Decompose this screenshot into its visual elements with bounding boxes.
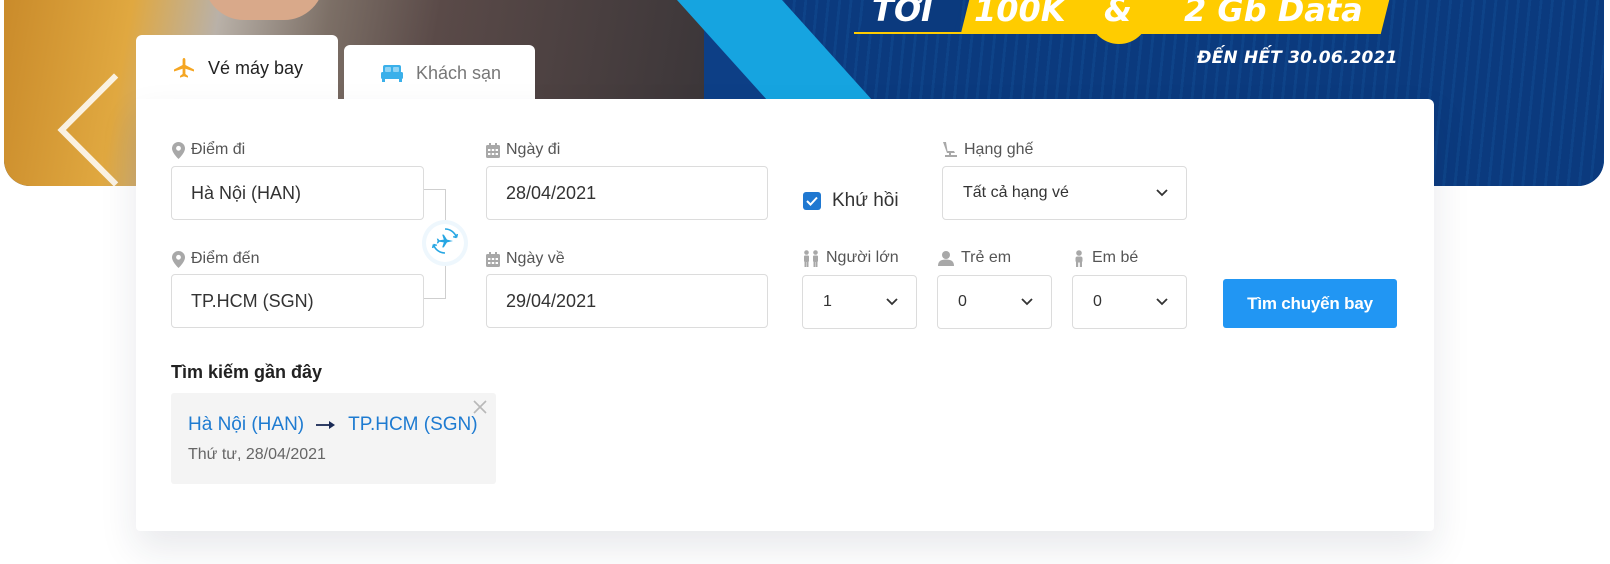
tab-hotels[interactable]: Khách sạn	[344, 45, 535, 101]
infants-label-row: Em bé	[1072, 249, 1138, 267]
swap-route-button[interactable]	[426, 224, 464, 262]
depart-label-row: Ngày đi	[486, 141, 560, 159]
promo-ampersand: &	[1104, 0, 1132, 29]
children-label: Trẻ em	[961, 249, 1012, 266]
swap-plane-icon	[430, 226, 460, 261]
tab-hotels-label: Khách sạn	[416, 62, 502, 83]
adults-label-row: Người lớn	[802, 249, 899, 267]
origin-label-row: Điểm đi	[172, 141, 245, 159]
search-flights-button[interactable]: Tìm chuyến bay	[1223, 279, 1397, 328]
recent-to: TP.HCM (SGN)	[348, 414, 478, 435]
location-pin-icon	[172, 141, 185, 159]
calendar-icon	[486, 142, 500, 158]
adults-label: Người lớn	[826, 249, 899, 266]
seat-icon	[942, 141, 958, 159]
recent-date: Thứ tư, 28/04/2021	[188, 446, 326, 463]
depart-date-input[interactable]: 28/04/2021	[486, 166, 768, 220]
tab-flights[interactable]: Vé máy bay	[136, 35, 338, 101]
children-label-row: Trẻ em	[937, 249, 1011, 267]
plane-icon	[172, 56, 196, 80]
adults-select[interactable]: 1	[802, 275, 917, 329]
origin-input[interactable]: Hà Nội (HAN)	[171, 166, 424, 220]
return-label-row: Ngày về	[486, 250, 565, 268]
recent-from: Hà Nội (HAN)	[188, 414, 305, 435]
recent-searches-title: Tìm kiếm gần đây	[171, 362, 323, 382]
promo-data: 2 Gb Data	[1184, 0, 1363, 29]
infants-value: 0	[1093, 293, 1102, 310]
seat-class-value: Tất cả hạng vé	[963, 184, 1069, 201]
promo-amount: 100K	[974, 0, 1066, 29]
destination-label: Điểm đến	[191, 250, 260, 267]
recent-route: Hà Nội (HAN) TP.HCM (SGN)	[188, 414, 478, 436]
arrow-right-icon	[316, 414, 336, 436]
infant-icon	[1072, 249, 1086, 267]
seat-class-label-row: Hạng ghế	[942, 141, 1033, 159]
bed-icon	[380, 62, 404, 84]
calendar-icon	[486, 251, 500, 267]
round-trip-label[interactable]: Khứ hồi	[832, 190, 899, 212]
child-icon	[937, 250, 955, 267]
children-select[interactable]: 0	[937, 275, 1052, 329]
flight-search-card: Điểm đi Hà Nội (HAN) Điểm đến TP.HCM (SG…	[136, 99, 1434, 531]
banner-photo-hand	[204, 0, 324, 20]
return-date-input[interactable]: 29/04/2021	[486, 274, 768, 328]
recent-search-item[interactable]: Hà Nội (HAN) TP.HCM (SGN) Thứ tư, 28/04/…	[171, 393, 496, 484]
chevron-down-icon	[1156, 184, 1168, 202]
chevron-down-icon	[1156, 293, 1168, 311]
children-value: 0	[958, 293, 967, 310]
location-pin-icon	[172, 250, 185, 268]
promo-deadline: ĐẾN HẾT 30.06.2021	[1197, 48, 1398, 68]
infants-select[interactable]: 0	[1072, 275, 1187, 329]
adults-icon	[802, 249, 820, 267]
depart-label: Ngày đi	[506, 141, 561, 158]
promo-underline	[854, 32, 964, 34]
round-trip-checkbox[interactable]	[803, 192, 821, 210]
tab-flights-label: Vé máy bay	[208, 57, 304, 78]
return-label: Ngày về	[506, 250, 565, 267]
chevron-down-icon	[886, 293, 898, 311]
close-icon[interactable]	[473, 400, 487, 419]
adults-value: 1	[823, 293, 832, 310]
promo-word: TỚI	[872, 0, 933, 29]
origin-label: Điểm đi	[191, 141, 246, 158]
destination-label-row: Điểm đến	[172, 250, 259, 268]
seat-class-label: Hạng ghế	[964, 141, 1034, 158]
chevron-down-icon	[1021, 293, 1033, 311]
infants-label: Em bé	[1092, 249, 1139, 266]
seat-class-select[interactable]: Tất cả hạng vé	[942, 166, 1187, 220]
destination-input[interactable]: TP.HCM (SGN)	[171, 274, 424, 328]
